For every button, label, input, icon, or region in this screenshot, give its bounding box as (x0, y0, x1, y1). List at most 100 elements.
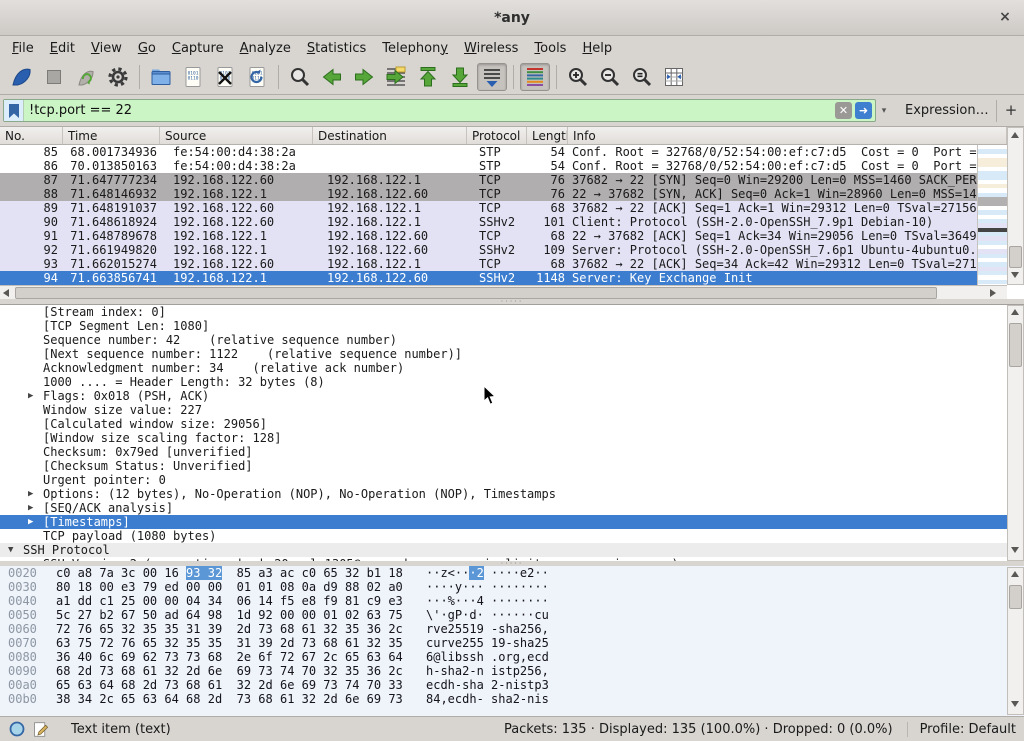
save-file-icon[interactable]: 01010110 (178, 63, 208, 91)
stop-capture-icon[interactable] (39, 63, 69, 91)
detail-row[interactable]: Checksum: 0x79ed [unverified] (0, 445, 1007, 459)
scroll-down-icon[interactable] (1011, 272, 1019, 278)
detail-row[interactable]: [Window size scaling factor: 128] (0, 431, 1007, 445)
scroll-up-icon[interactable] (1011, 309, 1019, 315)
packet-row-92[interactable]: 9271.661949820192.168.122.1192.168.122.6… (0, 243, 977, 257)
go-to-packet-icon[interactable] (381, 63, 411, 91)
scroll-left-icon[interactable] (3, 289, 9, 297)
go-last-icon[interactable] (445, 63, 475, 91)
hex-bytes[interactable]: 65 63 64 68 2d 73 68 61 32 2d 6e 69 73 7… (48, 678, 406, 692)
hex-vscrollbar[interactable] (1007, 567, 1024, 715)
detail-vscrollbar[interactable] (1007, 305, 1024, 561)
menu-telephony[interactable]: Telephony (374, 39, 456, 58)
packet-row-91[interactable]: 9171.648789678192.168.122.1192.168.122.6… (0, 229, 977, 243)
detail-row[interactable]: ▼SSH Protocol (0, 543, 1007, 557)
hex-bytes[interactable]: 36 40 6c 69 62 73 73 68 2e 6f 72 67 2c 6… (48, 650, 406, 664)
hex-ascii[interactable]: ecdh-sha 2-nistp3 (406, 678, 549, 692)
menu-edit[interactable]: Edit (42, 39, 83, 58)
restart-capture-icon[interactable] (71, 63, 101, 91)
hex-row-0030[interactable]: 003080 18 00 e3 79 ed 00 00 01 01 08 0a … (0, 580, 1024, 594)
detail-row[interactable]: Window size value: 227 (0, 403, 1007, 417)
menu-help[interactable]: Help (574, 39, 620, 58)
scroll-right-icon[interactable] (990, 289, 996, 297)
detail-row[interactable]: [Next sequence number: 1122 (relative se… (0, 347, 1007, 361)
zoom-in-icon[interactable] (563, 63, 593, 91)
detail-row[interactable]: Acknowledgment number: 34 (relative ack … (0, 361, 1007, 375)
expand-arrow-icon[interactable]: ▶ (28, 389, 33, 403)
expand-arrow-icon[interactable]: ▶ (28, 501, 33, 515)
hex-row-0060[interactable]: 006072 76 65 32 35 35 31 39 2d 73 68 61 … (0, 622, 1024, 636)
menu-analyze[interactable]: Analyze (232, 39, 299, 58)
zoom-out-icon[interactable] (595, 63, 625, 91)
hex-ascii[interactable]: curve255 19-sha25 (406, 636, 549, 650)
scroll-thumb[interactable] (1009, 323, 1022, 367)
hex-bytes[interactable]: 5c 27 b2 67 50 ad 64 98 1d 92 00 00 01 0… (48, 608, 406, 622)
menu-capture[interactable]: Capture (164, 39, 232, 58)
column-header-destination[interactable]: Destination (313, 127, 467, 144)
packet-row-90[interactable]: 9071.648618924192.168.122.60192.168.122.… (0, 215, 977, 229)
detail-row[interactable]: [Checksum Status: Unverified] (0, 459, 1007, 473)
hex-row-0050[interactable]: 00505c 27 b2 67 50 ad 64 98 1d 92 00 00 … (0, 608, 1024, 622)
detail-row[interactable]: Sequence number: 42 (relative sequence n… (0, 333, 1007, 347)
detail-row[interactable]: [Stream index: 0] (0, 305, 1007, 319)
hex-ascii[interactable]: 84,ecdh- sha2-nis (406, 692, 549, 706)
expand-arrow-icon[interactable]: ▶ (28, 515, 33, 529)
start-capture-icon[interactable] (7, 63, 37, 91)
hex-row-0020[interactable]: 0020c0 a8 7a 3c 00 16 93 32 85 a3 ac c0 … (0, 566, 1024, 580)
packet-row-85[interactable]: 8568.001734936fe:54:00:d4:38:2aSTP54Conf… (0, 145, 977, 159)
packet-row-87[interactable]: 8771.647777234192.168.122.60192.168.122.… (0, 173, 977, 187)
detail-row[interactable]: Urgent pointer: 0 (0, 473, 1007, 487)
capture-options-icon[interactable] (103, 63, 133, 91)
go-back-icon[interactable] (317, 63, 347, 91)
hex-row-00a0[interactable]: 00a065 63 64 68 2d 73 68 61 32 2d 6e 69 … (0, 678, 1024, 692)
detail-row[interactable]: ▶Flags: 0x018 (PSH, ACK) (0, 389, 1007, 403)
find-packet-icon[interactable] (285, 63, 315, 91)
expand-arrow-icon[interactable]: ▶ (28, 487, 33, 501)
column-header-info[interactable]: Info (568, 127, 1007, 144)
column-header-time[interactable]: Time (63, 127, 160, 144)
scroll-down-icon[interactable] (1011, 547, 1019, 553)
packet-row-86[interactable]: 8670.013850163fe:54:00:d4:38:2aSTP54Conf… (0, 159, 977, 173)
column-header-protocol[interactable]: Protocol (467, 127, 527, 144)
detail-row[interactable]: [Calculated window size: 29056] (0, 417, 1007, 431)
filter-text[interactable]: !tcp.port == 22 (24, 103, 835, 118)
profile-label[interactable]: Profile: Default (908, 722, 1024, 737)
packet-list-vscrollbar[interactable] (1007, 127, 1024, 285)
detail-row[interactable]: 1000 .... = Header Length: 32 bytes (8) (0, 375, 1007, 389)
hex-ascii[interactable]: \'·gP·d· ······cu (406, 608, 549, 622)
column-header-source[interactable]: Source (160, 127, 313, 144)
apply-filter-icon[interactable]: ➜ (855, 102, 872, 119)
detail-row[interactable]: TCP payload (1080 bytes) (0, 529, 1007, 543)
scroll-thumb[interactable] (1009, 246, 1022, 268)
packet-row-94[interactable]: 9471.663856741192.168.122.1192.168.122.6… (0, 271, 977, 285)
detail-row[interactable]: [TCP Segment Len: 1080] (0, 319, 1007, 333)
menu-wireless[interactable]: Wireless (456, 39, 526, 58)
packet-row-93[interactable]: 9371.662015274192.168.122.60192.168.122.… (0, 257, 977, 271)
hex-bytes[interactable]: 63 75 72 76 65 32 35 35 31 39 2d 73 68 6… (48, 636, 406, 650)
menu-view[interactable]: View (83, 39, 130, 58)
display-filter-input[interactable]: !tcp.port == 22 ✕ ➜ (3, 99, 876, 122)
scroll-thumb[interactable] (1009, 585, 1022, 609)
resize-columns-icon[interactable] (659, 63, 689, 91)
hex-row-00b0[interactable]: 00b038 34 2c 65 63 64 68 2d 73 68 61 32 … (0, 692, 1024, 706)
hex-row-0070[interactable]: 007063 75 72 76 65 32 35 35 31 39 2d 73 … (0, 636, 1024, 650)
auto-scroll-icon[interactable] (477, 63, 507, 91)
open-file-icon[interactable] (146, 63, 176, 91)
scroll-down-icon[interactable] (1011, 701, 1019, 707)
hex-bytes[interactable]: 68 2d 73 68 61 32 2d 6e 69 73 74 70 32 3… (48, 664, 406, 678)
packet-row-88[interactable]: 8871.648146932192.168.122.1192.168.122.6… (0, 187, 977, 201)
hex-row-0080[interactable]: 008036 40 6c 69 62 73 73 68 2e 6f 72 67 … (0, 650, 1024, 664)
title-bar[interactable]: *any × (0, 0, 1024, 36)
hex-bytes[interactable]: 72 76 65 32 35 35 31 39 2d 73 68 61 32 3… (48, 622, 406, 636)
scroll-thumb[interactable] (15, 287, 937, 299)
colorize-icon[interactable] (520, 63, 550, 91)
go-first-icon[interactable] (413, 63, 443, 91)
collapse-arrow-icon[interactable]: ▼ (8, 543, 13, 557)
hex-bytes[interactable]: a1 dd c1 25 00 00 04 34 06 14 f5 e8 f9 8… (48, 594, 406, 608)
filter-history-dropdown-icon[interactable]: ▾ (877, 102, 891, 120)
menu-tools[interactable]: Tools (526, 39, 574, 58)
column-header-length[interactable]: Length (527, 127, 568, 144)
zoom-original-icon[interactable] (627, 63, 657, 91)
expression-button[interactable]: Expression… (905, 103, 989, 118)
capture-comment-icon[interactable] (32, 721, 49, 738)
